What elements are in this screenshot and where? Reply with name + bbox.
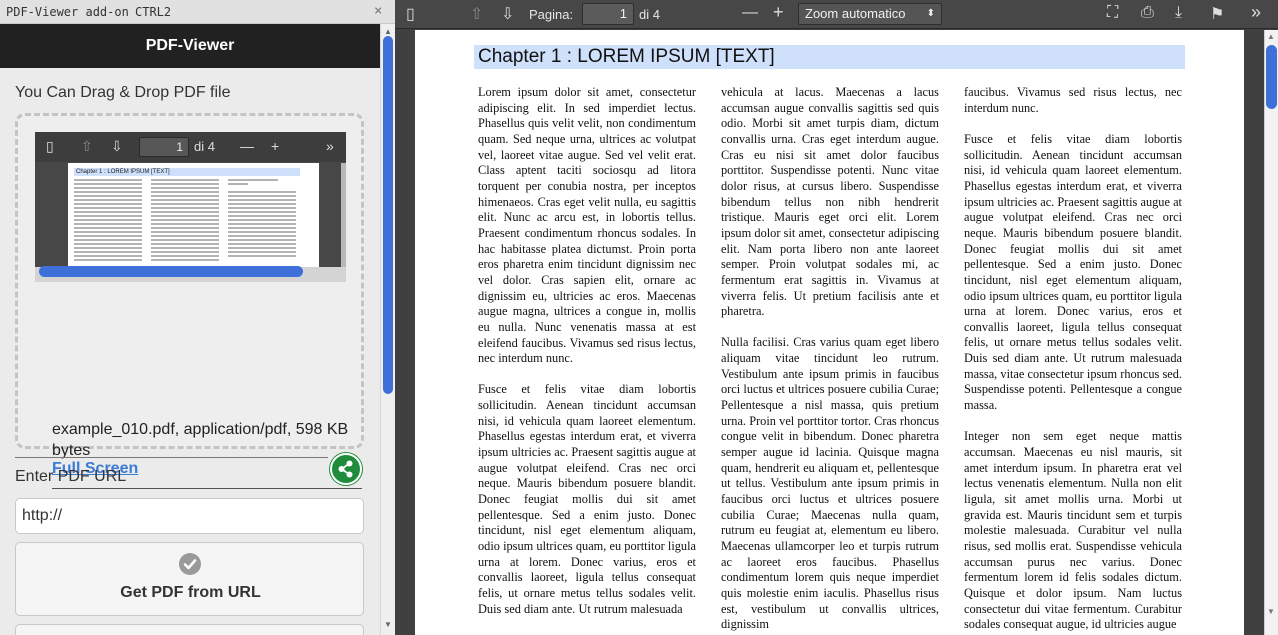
url-label: Enter PDF URL — [15, 468, 127, 485]
pdf-viewer: ▯ ⇧ ⇩ Pagina: 1 di 4 — + Zoom automatico… — [395, 0, 1278, 635]
divider — [15, 457, 328, 458]
close-icon[interactable]: × — [374, 3, 382, 19]
url-input[interactable] — [15, 498, 364, 534]
next-button-partial[interactable] — [15, 624, 364, 635]
pdf-page: Chapter 1 : LOREM IPSUM [TEXT] Lorem ips… — [415, 30, 1244, 635]
addon-header: PDF-Viewer — [0, 24, 380, 68]
mini-chapter-title: Chapter 1 : LOREM IPSUM [TEXT] — [74, 168, 300, 176]
mini-page-preview: Chapter 1 : LOREM IPSUM [TEXT] — [68, 163, 319, 267]
mini-text-column — [74, 179, 142, 263]
page-count: di 4 — [639, 7, 660, 22]
mini-horizontal-scrollbar[interactable] — [39, 266, 303, 277]
page-up-icon: ⇧ — [81, 138, 93, 154]
scrollbar-thumb[interactable] — [383, 36, 393, 394]
download-icon[interactable]: ⤓ — [1175, 4, 1182, 22]
share-button[interactable] — [330, 453, 362, 485]
scroll-down-icon[interactable]: ▼ — [1267, 607, 1275, 616]
mini-viewer-thumbnail[interactable]: ▯ ⇧ ⇩ 1 di 4 — + » Chapter 1 : LOREM IPS… — [35, 132, 346, 282]
app-root: PDF-Viewer add-on CTRL2 × PDF-Viewer You… — [0, 0, 1278, 635]
scroll-down-icon[interactable]: ▼ — [384, 620, 392, 629]
zoom-select[interactable]: Zoom automatico ⬍ — [798, 3, 942, 25]
viewer-scrollbar[interactable]: ▲ ▼ — [1264, 30, 1278, 635]
get-pdf-button[interactable]: Get PDF from URL — [15, 542, 364, 616]
file-info: example_010.pdf, application/pdf, 598 KB… — [52, 421, 349, 459]
paragraph: Lorem ipsum dolor sit amet, consectetur … — [478, 85, 696, 366]
chapter-title: Chapter 1 : LOREM IPSUM [TEXT] — [474, 45, 1185, 69]
zoom-in-icon[interactable]: + — [773, 2, 784, 23]
sidebar-toggle-icon: ▯ — [46, 138, 54, 154]
paragraph: Nulla facilisi. Cras varius quam eget li… — [721, 335, 939, 632]
drop-zone[interactable]: ▯ ⇧ ⇩ 1 di 4 — + » Chapter 1 : LOREM IPS… — [15, 113, 364, 489]
addon-window-title: PDF-Viewer add-on — [6, 5, 129, 19]
mini-vertical-scrollbar — [341, 163, 346, 267]
mini-text-column — [151, 179, 219, 263]
scroll-up-icon[interactable]: ▲ — [384, 27, 392, 36]
mini-page-number: 1 — [139, 137, 189, 157]
mini-page-of: di 4 — [194, 139, 215, 154]
page-label: Pagina: — [529, 7, 574, 22]
paragraph: Integer non sem eget neque mattis accums… — [964, 429, 1182, 632]
addon-titlebar: PDF-Viewer add-on CTRL2 × — [0, 0, 395, 24]
get-pdf-label: Get PDF from URL — [120, 584, 261, 601]
text-column-3: faucibus. Vivamus sed risus lectus, nec … — [964, 85, 1182, 635]
previous-page-icon[interactable]: ⇧ — [470, 4, 483, 24]
addon-scrollbar[interactable]: ▲ ▼ — [380, 24, 395, 635]
divider — [52, 488, 362, 489]
zoom-in-icon: + — [271, 138, 280, 154]
drop-label: You Can Drag & Drop PDF file — [15, 84, 231, 101]
page-number-input[interactable]: 1 — [582, 3, 634, 25]
mini-text-column — [228, 179, 296, 259]
sidebar-toggle-icon[interactable]: ▯ — [406, 4, 415, 24]
paragraph: vehicula at lacus. Maecenas a lacus accu… — [721, 85, 939, 319]
scrollbar-thumb[interactable] — [1266, 45, 1277, 109]
viewer-toolbar: ▯ ⇧ ⇩ Pagina: 1 di 4 — + Zoom automatico… — [395, 0, 1278, 29]
zoom-out-icon: — — [240, 138, 254, 154]
fullscreen-icon[interactable]: ⛶ — [1107, 4, 1118, 22]
addon-panel: PDF-Viewer add-on CTRL2 × PDF-Viewer You… — [0, 0, 395, 635]
text-column-2: vehicula at lacus. Maecenas a lacus accu… — [721, 85, 939, 635]
check-circle-icon — [179, 553, 201, 575]
zoom-out-icon[interactable]: — — [742, 4, 758, 22]
scroll-up-icon[interactable]: ▲ — [1267, 32, 1275, 41]
print-icon[interactable]: ⎙ — [1141, 4, 1154, 22]
more-tools-icon[interactable]: » — [1251, 2, 1261, 23]
paragraph: Fusce et felis vitae diam lobortis solli… — [478, 382, 696, 616]
text-column-1: Lorem ipsum dolor sit amet, consectetur … — [478, 85, 696, 633]
chevron-updown-icon: ⬍ — [926, 8, 935, 19]
paragraph: faucibus. Vivamus sed risus lectus, nec … — [964, 85, 1182, 115]
more-icon: » — [326, 138, 334, 154]
addon-shortcut: CTRL2 — [135, 5, 172, 19]
next-page-icon[interactable]: ⇩ — [501, 4, 514, 24]
page-down-icon: ⇩ — [111, 138, 123, 154]
paragraph: Fusce et felis vitae diam lobortis solli… — [964, 131, 1182, 413]
bookmark-icon[interactable]: ⚑ — [1210, 4, 1224, 24]
mini-viewer-toolbar: ▯ ⇧ ⇩ 1 di 4 — + » — [35, 132, 346, 162]
share-icon — [338, 460, 353, 478]
zoom-value: Zoom automatico — [805, 6, 906, 21]
